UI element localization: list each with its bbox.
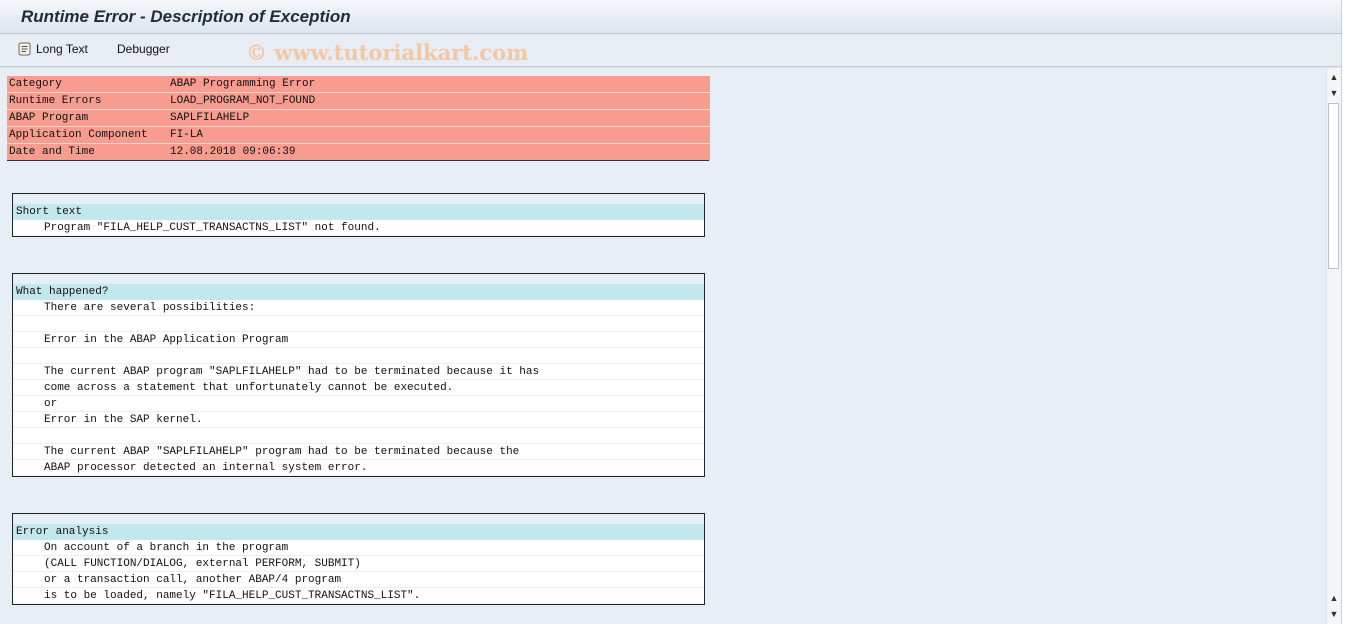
application-toolbar: Long Text Debugger © www.tutorialkart.co… [0, 34, 1341, 67]
bottom-area [0, 608, 1326, 624]
section-line: There are several possibilities: [13, 300, 704, 316]
summary-key: Category [9, 78, 62, 90]
summary-row: Category ABAP Programming Error [7, 76, 710, 93]
window-title: Runtime Error - Description of Exception [21, 7, 351, 26]
summary-row: Runtime Errors LOAD_PROGRAM_NOT_FOUND [7, 93, 710, 110]
short-text-section: Short text Program "FILA_HELP_CUST_TRANS… [12, 193, 705, 237]
scroll-up-icon[interactable]: ▲ [1329, 593, 1339, 603]
summary-key: Runtime Errors [9, 95, 102, 107]
scroll-down-icon[interactable]: ▼ [1329, 609, 1339, 619]
section-heading: What happened? [13, 284, 704, 300]
error-summary-table: Category ABAP Programming Error Runtime … [7, 76, 710, 161]
error-content: Category ABAP Programming Error Runtime … [0, 68, 1326, 608]
long-text-icon [18, 42, 32, 56]
section-line: (CALL FUNCTION/DIALOG, external PERFORM,… [13, 556, 704, 572]
section-line: come across a statement that unfortunate… [13, 380, 704, 396]
section-line: is to be loaded, namely "FILA_HELP_CUST_… [13, 588, 704, 604]
section-line: or [13, 396, 704, 412]
summary-row: Application Component FI-LA [7, 127, 710, 144]
error-analysis-section: Error analysis On account of a branch in… [12, 513, 705, 605]
summary-value: LOAD_PROGRAM_NOT_FOUND [170, 95, 316, 107]
summary-row: ABAP Program SAPLFILAHELP [7, 110, 710, 127]
debugger-label: Debugger [117, 42, 170, 56]
watermark: © www.tutorialkart.com [246, 40, 529, 65]
section-line: On account of a branch in the program [13, 540, 704, 556]
section-heading: Error analysis [13, 524, 704, 540]
section-line: ABAP processor detected an internal syst… [13, 460, 704, 476]
title-bar: Runtime Error - Description of Exception [0, 0, 1341, 34]
vertical-scrollbar[interactable]: ▲ ▼ ▲ ▼ [1327, 68, 1341, 624]
summary-key: Date and Time [9, 146, 95, 158]
section-line [13, 428, 704, 444]
scroll-up-icon[interactable]: ▲ [1329, 72, 1339, 82]
summary-value: FI-LA [170, 129, 204, 141]
summary-value: SAPLFILAHELP [170, 112, 250, 124]
what-happened-section: What happened? There are several possibi… [12, 273, 705, 477]
section-line: Error in the ABAP Application Program [13, 332, 704, 348]
summary-value: 12.08.2018 09:06:39 [170, 146, 296, 158]
debugger-button[interactable]: Debugger [117, 42, 170, 56]
summary-key: Application Component [9, 129, 148, 141]
long-text-button[interactable]: Long Text [18, 42, 88, 56]
section-line [13, 348, 704, 364]
section-line: Program "FILA_HELP_CUST_TRANSACTNS_LIST"… [13, 220, 704, 236]
section-line: Error in the SAP kernel. [13, 412, 704, 428]
summary-row: Date and Time 12.08.2018 09:06:39 [7, 144, 710, 161]
scroll-down-icon[interactable]: ▼ [1329, 88, 1339, 98]
summary-value: ABAP Programming Error [170, 78, 316, 90]
scrollbar-thumb[interactable] [1328, 103, 1339, 269]
section-line [13, 316, 704, 332]
section-line: The current ABAP program "SAPLFILAHELP" … [13, 364, 704, 380]
summary-key: ABAP Program [9, 112, 89, 124]
right-edge [1341, 0, 1357, 624]
section-line: or a transaction call, another ABAP/4 pr… [13, 572, 704, 588]
long-text-label: Long Text [36, 42, 88, 56]
divider [7, 160, 709, 161]
section-line: The current ABAP "SAPLFILAHELP" program … [13, 444, 704, 460]
section-heading: Short text [13, 204, 704, 220]
